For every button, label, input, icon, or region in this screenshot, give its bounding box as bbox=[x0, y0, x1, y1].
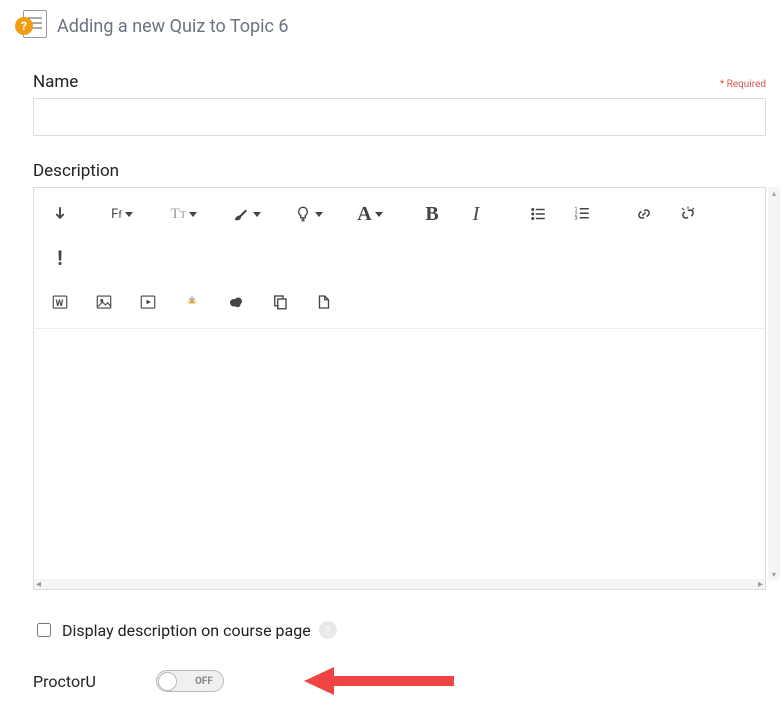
editor-h-scrollbar[interactable]: ◂▸ bbox=[34, 579, 765, 589]
page-header: ? Adding a new Quiz to Topic 6 bbox=[15, 10, 766, 42]
quiz-help-badge: ? bbox=[15, 17, 33, 35]
editor-v-scrollbar[interactable]: ▴ ▾ bbox=[768, 187, 780, 580]
video-button[interactable] bbox=[126, 284, 170, 320]
help-icon[interactable]: ? bbox=[319, 621, 337, 639]
word-import-button[interactable]: W bbox=[38, 284, 82, 320]
svg-text:3: 3 bbox=[575, 216, 578, 222]
page-title: Adding a new Quiz to Topic 6 bbox=[57, 16, 288, 37]
proctoru-label: ProctorU bbox=[33, 672, 96, 691]
editor-toolbar: Ff TT A bbox=[34, 188, 765, 329]
paste-button[interactable] bbox=[302, 284, 346, 320]
proctoru-toggle[interactable]: OFF bbox=[156, 670, 224, 692]
unlink-button[interactable] bbox=[666, 196, 710, 232]
description-input[interactable] bbox=[34, 329, 765, 579]
svg-text:W: W bbox=[56, 299, 64, 309]
lightbulb-dropdown[interactable] bbox=[286, 196, 330, 232]
description-field-block: Description Ff TT bbox=[33, 161, 766, 590]
toggle-state-text: OFF bbox=[195, 676, 213, 687]
rich-text-editor: Ff TT A bbox=[33, 187, 766, 590]
quiz-icon: ? bbox=[15, 10, 47, 42]
heading-dropdown[interactable]: TT bbox=[162, 196, 206, 232]
name-field-block: Name * Required bbox=[33, 72, 766, 136]
toggle-toolbar-icon[interactable] bbox=[38, 196, 82, 232]
annotation-arrow bbox=[304, 672, 454, 690]
display-description-row: Display description on course page ? bbox=[33, 620, 766, 640]
name-input[interactable] bbox=[33, 98, 766, 136]
copy-button[interactable] bbox=[258, 284, 302, 320]
exclaim-button[interactable]: ! bbox=[38, 240, 82, 276]
font-color-dropdown[interactable]: A bbox=[348, 196, 392, 232]
required-note: * Required bbox=[720, 79, 766, 90]
link-button[interactable] bbox=[622, 196, 666, 232]
bold-button[interactable]: B bbox=[410, 196, 454, 232]
display-description-checkbox[interactable] bbox=[37, 623, 51, 637]
cloud-button[interactable] bbox=[214, 284, 258, 320]
image-button[interactable] bbox=[82, 284, 126, 320]
numbered-list-button[interactable]: 123 bbox=[560, 196, 604, 232]
sparkle-button[interactable] bbox=[170, 284, 214, 320]
proctoru-row: ProctorU OFF bbox=[33, 670, 766, 692]
brush-dropdown[interactable] bbox=[224, 196, 268, 232]
toggle-knob bbox=[158, 672, 177, 691]
display-description-label: Display description on course page bbox=[62, 621, 311, 640]
italic-button[interactable]: I bbox=[454, 196, 498, 232]
description-label: Description bbox=[33, 161, 119, 181]
font-family-dropdown[interactable]: Ff bbox=[100, 196, 144, 232]
bullet-list-button[interactable] bbox=[516, 196, 560, 232]
name-label: Name bbox=[33, 72, 78, 92]
